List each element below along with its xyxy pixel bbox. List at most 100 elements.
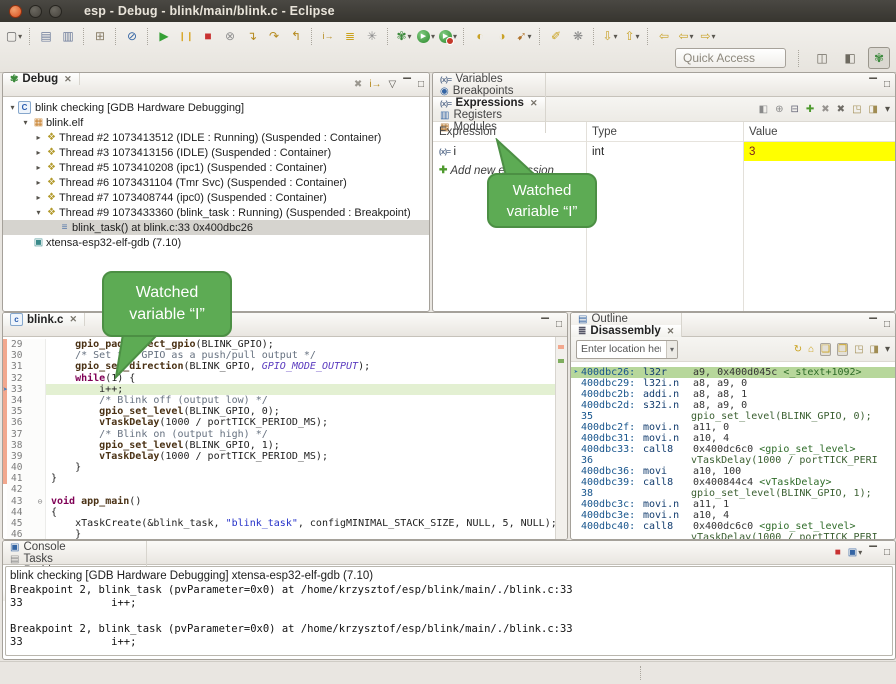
code-line[interactable]: 46 } xyxy=(3,529,556,540)
debug-tree-item[interactable]: ▸❖Thread #5 1073410208 (ipc1) (Suspended… xyxy=(3,160,429,175)
remove-all-expressions-button[interactable]: ✖ xyxy=(837,104,845,115)
code-line[interactable]: 40 } xyxy=(3,462,556,473)
terminate-button[interactable]: ■ xyxy=(197,26,219,46)
maximize-button[interactable]: □ xyxy=(418,79,424,90)
minimize-button[interactable]: ▔ xyxy=(403,79,411,90)
disassembly-listing[interactable]: ➤400dbc26:l32ra9, 0x400d045c <_stext+109… xyxy=(571,362,895,540)
next-annotation-button[interactable]: ⇩▾ xyxy=(599,26,621,46)
minimize-button[interactable]: ▔ xyxy=(869,547,877,558)
code-editor[interactable]: 29 gpio_pad_select_gpio(BLINK_GPIO);30 /… xyxy=(3,337,567,540)
line-number[interactable]: 29 xyxy=(7,339,35,350)
show-source-button[interactable]: ❐ xyxy=(837,343,848,356)
disassembly-line[interactable]: 400dbc3c:movi.na11, 1 xyxy=(571,499,895,510)
line-number[interactable]: 35 xyxy=(7,406,35,417)
debug-tree-item[interactable]: ▾▦blink.elf xyxy=(3,115,429,130)
combo-dropdown-icon[interactable]: ▾ xyxy=(666,341,677,358)
line-number[interactable]: 40 xyxy=(7,462,35,473)
console-output[interactable]: blink checking [GDB Hardware Debugging] … xyxy=(5,566,893,656)
launch-button[interactable]: ➹▾ xyxy=(513,26,535,46)
code-line[interactable]: 41} xyxy=(3,473,556,484)
disassembly-line[interactable]: 400dbc3e:movi.na10, 4 xyxy=(571,510,895,521)
disassembly-line[interactable]: 400dbc39:call80x400844c4 <vTaskDelay> xyxy=(571,477,895,488)
remove-expression-button[interactable]: ✖ xyxy=(821,104,829,115)
disassembly-line[interactable]: 400dbc33:call80x400dc6c0 <gpio_set_level… xyxy=(571,444,895,455)
disassembly-line[interactable]: vTaskDelay(1000 / portTICK_PERI xyxy=(571,532,895,540)
save-all-button[interactable]: ▥ xyxy=(57,26,79,46)
external-tools-button[interactable]: ▶▾ xyxy=(437,26,459,46)
back-button[interactable]: ⇦▾ xyxy=(675,26,697,46)
close-icon[interactable]: ✕ xyxy=(667,326,675,337)
maximize-button[interactable]: □ xyxy=(884,319,890,330)
tab-registers[interactable]: ▥Registers xyxy=(433,109,546,121)
code-line[interactable]: 31 gpio_set_direction(BLINK_GPIO, GPIO_M… xyxy=(3,361,556,372)
resume-button[interactable]: ▶ xyxy=(153,26,175,46)
line-number[interactable]: 30 xyxy=(7,350,35,361)
build-settings-button[interactable]: ❋ xyxy=(567,26,589,46)
tab-console[interactable]: ▣Console xyxy=(3,541,147,553)
code-line[interactable]: 35 gpio_set_level(BLINK_GPIO, 0); xyxy=(3,406,556,417)
disconnect-button[interactable]: ⊗ xyxy=(219,26,241,46)
collapse-all-button[interactable]: ⊟ xyxy=(791,104,799,115)
tab-debug[interactable]: ✾Debug✕ xyxy=(3,73,80,85)
line-number[interactable]: 34 xyxy=(7,395,35,406)
debug-perspective-button[interactable]: ✾ xyxy=(868,47,890,69)
refresh-button[interactable]: ↻ xyxy=(794,344,802,355)
disassembly-line[interactable]: 400dbc2d:s32i.na8, a9, 0 xyxy=(571,400,895,411)
remove-all-terminated-button[interactable]: ✖ xyxy=(354,79,362,90)
add-expression-button[interactable]: ✚ xyxy=(806,104,814,115)
tree-expander-icon[interactable]: ▸ xyxy=(33,163,44,172)
disassembly-line[interactable]: 400dbc29:l32i.na8, a9, 0 xyxy=(571,378,895,389)
overview-ruler[interactable] xyxy=(555,337,567,540)
debug-tree-item[interactable]: ▣xtensa-esp32-elf-gdb (7.10) xyxy=(3,235,429,250)
code-line[interactable]: 29 gpio_pad_select_gpio(BLINK_GPIO); xyxy=(3,339,556,350)
home-button[interactable]: ⌂ xyxy=(808,344,814,355)
tree-expander-icon[interactable]: ▾ xyxy=(20,118,31,127)
disassembly-line[interactable]: 36vTaskDelay(1000 / portTICK_PERI xyxy=(571,455,895,466)
save-button[interactable]: ▤ xyxy=(35,26,57,46)
maximize-button[interactable]: □ xyxy=(556,319,562,330)
maximize-button[interactable]: □ xyxy=(884,547,890,558)
disassembly-line[interactable]: 400dbc40:call80x400dc6c0 <gpio_set_level… xyxy=(571,521,895,532)
disassembly-line[interactable]: 400dbc2f:movi.na11, 0 xyxy=(571,422,895,433)
column-header-value[interactable]: Value xyxy=(743,126,895,138)
line-number[interactable]: 41 xyxy=(7,473,35,484)
minimize-button[interactable]: ▔ xyxy=(869,79,877,90)
code-line[interactable]: 33 i++;➤ xyxy=(3,384,556,395)
tab-outline[interactable]: ▤Outline xyxy=(571,313,682,325)
code-line[interactable]: 43⊖void app_main() xyxy=(3,496,556,507)
minimize-button[interactable]: ▔ xyxy=(869,319,877,330)
tree-expander-icon[interactable]: ▾ xyxy=(7,103,18,112)
pin-view-button[interactable]: ◨ xyxy=(869,104,878,115)
previous-annotation-button[interactable]: ⇧▾ xyxy=(621,26,643,46)
column-header-type[interactable]: Type xyxy=(586,126,743,138)
tab-breakpoints[interactable]: ◉Breakpoints xyxy=(433,85,546,97)
sync-selection-button[interactable]: ❏ xyxy=(820,343,831,356)
tree-expander-icon[interactable]: ▸ xyxy=(33,148,44,157)
debug-tree-item[interactable]: ▾Cblink checking [GDB Hardware Debugging… xyxy=(3,100,429,115)
close-icon[interactable]: ✕ xyxy=(530,98,538,109)
view-menu-button[interactable]: ▾ xyxy=(885,344,890,355)
tree-expander-icon[interactable]: ▸ xyxy=(33,178,44,187)
open-element-button[interactable]: ◐ xyxy=(469,26,491,46)
code-line[interactable]: 38 gpio_set_level(BLINK_GPIO, 1); xyxy=(3,440,556,451)
step-return-button[interactable]: ↰ xyxy=(285,26,307,46)
last-edit-location-button[interactable]: ⇦ xyxy=(653,26,675,46)
fold-marker-icon[interactable]: ⊖ xyxy=(35,496,46,507)
code-line[interactable]: 34 /* Blink off (output low) */ xyxy=(3,395,556,406)
line-number[interactable]: 31 xyxy=(7,361,35,372)
tab-tasks[interactable]: ▤Tasks xyxy=(3,553,147,565)
close-icon[interactable]: ✕ xyxy=(69,314,77,325)
code-line[interactable]: 37 /* Blink on (output high) */ xyxy=(3,429,556,440)
pin-view-button[interactable]: ◨ xyxy=(870,344,879,355)
debug-tree-item[interactable]: ▸❖Thread #2 1073413512 (IDLE : Running) … xyxy=(3,130,429,145)
open-perspective-button[interactable]: ◫ xyxy=(812,48,832,68)
line-number[interactable]: 38 xyxy=(7,440,35,451)
line-number[interactable]: 44 xyxy=(7,507,35,518)
window-maximize-button[interactable] xyxy=(49,5,62,18)
line-number[interactable]: 37 xyxy=(7,429,35,440)
disassembly-line[interactable]: 35gpio_set_level(BLINK_GPIO, 0); xyxy=(571,411,895,422)
tree-expander-icon[interactable]: ▾ xyxy=(33,208,44,217)
tab-expressions[interactable]: (x)=Expressions✕ xyxy=(433,97,546,109)
cpp-perspective-button[interactable]: ◧ xyxy=(840,48,860,68)
quick-access-input[interactable]: Quick Access xyxy=(675,48,786,68)
